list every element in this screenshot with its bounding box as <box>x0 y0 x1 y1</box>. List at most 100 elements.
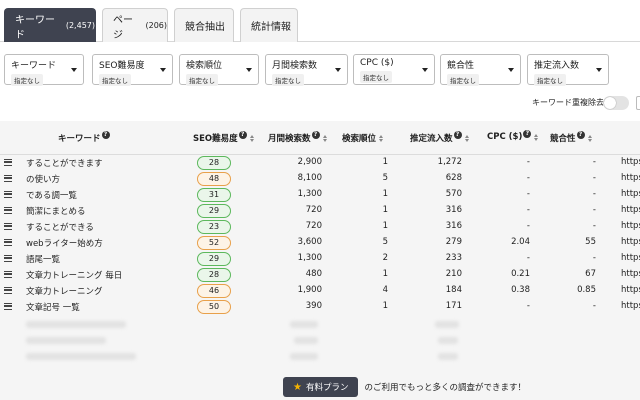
dedupe-label: キーワード重複除去 <box>532 98 604 107</box>
chevron-down-icon <box>71 68 77 72</box>
filter-search-rank[interactable]: 検索順位 指定なし <box>179 54 259 86</box>
traffic-cell: 316 <box>445 221 462 231</box>
traffic-cell: 210 <box>445 269 462 279</box>
drag-handle-icon[interactable] <box>4 223 12 230</box>
drag-handle-icon[interactable] <box>4 271 12 278</box>
url-link[interactable]: https <box>621 189 640 199</box>
col-monthly-volume[interactable]: 月間検索数? <box>268 131 327 144</box>
rank-cell: 4 <box>382 285 388 295</box>
filter-monthly-volume[interactable]: 月間検索数 指定なし <box>265 54 348 86</box>
traffic-cell: 171 <box>445 301 462 311</box>
paid-plan-label: 有料プラン <box>305 383 349 393</box>
url-link[interactable]: https <box>621 237 640 247</box>
keyword-cell: 文章力トレーニング 毎日 <box>26 271 123 281</box>
url-link[interactable]: https <box>621 205 640 215</box>
filter-cpc[interactable]: CPC ($) 指定なし <box>353 54 435 85</box>
url-link[interactable]: https <box>621 301 640 311</box>
chevron-down-icon <box>246 68 252 72</box>
col-keyword[interactable]: キーワード? <box>58 131 110 144</box>
url-link[interactable]: https <box>621 253 640 263</box>
sort-icon[interactable] <box>587 134 592 142</box>
tab-competitor-extraction[interactable]: 競合抽出 <box>174 8 234 42</box>
cpc-cell: 0.38 <box>511 285 530 295</box>
help-icon[interactable]: ? <box>101 131 110 139</box>
rank-cell: 1 <box>382 221 388 231</box>
rank-cell: 5 <box>382 237 388 247</box>
keyword-table: キーワード? SEO難易度? 月間検索数? 検索順位 推定流入数? CPC ($… <box>0 121 640 400</box>
sort-icon[interactable] <box>249 134 254 142</box>
drag-handle-icon[interactable] <box>4 303 12 310</box>
competition-cell: - <box>592 173 596 183</box>
cpc-cell: - <box>526 173 530 183</box>
tab-pages[interactable]: ページ (206) <box>102 8 168 42</box>
chevron-down-icon <box>422 68 428 72</box>
sort-icon[interactable] <box>322 134 327 142</box>
blurred-cell <box>438 337 458 344</box>
url-link[interactable]: https <box>621 157 640 167</box>
volume-cell: 1,300 <box>297 253 322 263</box>
rank-cell: 5 <box>382 173 388 183</box>
drag-handle-icon[interactable] <box>4 191 12 198</box>
blurred-cell <box>26 321 126 328</box>
drag-handle-icon[interactable] <box>4 287 12 294</box>
url-link[interactable]: https <box>621 285 640 295</box>
blurred-cell <box>26 337 106 344</box>
volume-cell: 720 <box>305 221 322 231</box>
seo-badge: 28 <box>197 156 231 170</box>
rank-cell: 1 <box>382 205 388 215</box>
filter-seo-difficulty[interactable]: SEO難易度 指定なし <box>92 54 173 86</box>
dedupe-toggle[interactable] <box>603 96 629 110</box>
blurred-cell <box>294 337 318 344</box>
drag-handle-icon[interactable] <box>4 159 12 166</box>
drag-handle-icon[interactable] <box>4 239 12 246</box>
help-icon[interactable]: ? <box>523 130 532 138</box>
seo-badge: 29 <box>197 252 231 266</box>
col-cpc[interactable]: CPC ($)? <box>487 130 539 142</box>
col-search-rank[interactable]: 検索順位 <box>342 132 384 144</box>
drag-handle-icon[interactable] <box>4 207 12 214</box>
volume-cell: 1,300 <box>297 189 322 199</box>
tab-statistics[interactable]: 統計情報 <box>240 8 298 42</box>
help-icon[interactable]: ? <box>453 131 462 139</box>
filter-estimated-traffic[interactable]: 推定流入数 指定なし <box>527 54 609 86</box>
keyword-cell: 文章力トレーニング <box>26 287 103 297</box>
sort-icon[interactable] <box>534 133 539 141</box>
volume-cell: 720 <box>305 205 322 215</box>
tab-keywords[interactable]: キーワード (2,457) <box>4 8 96 42</box>
export-button[interactable] <box>636 96 640 110</box>
help-icon[interactable]: ? <box>238 131 247 139</box>
help-icon[interactable]: ? <box>311 131 320 139</box>
toggle-knob <box>604 97 616 109</box>
col-estimated-traffic[interactable]: 推定流入数? <box>410 131 469 144</box>
drag-handle-icon[interactable] <box>4 255 12 262</box>
drag-handle-icon[interactable] <box>4 175 12 182</box>
sort-icon[interactable] <box>379 134 384 142</box>
table-row: することができます 28 2,900 1 1,272 - - https <box>0 155 640 171</box>
help-icon[interactable]: ? <box>576 131 585 139</box>
table-row: 簡潔にまとめる 29 720 1 316 - - https <box>0 203 640 219</box>
filter-bar: キーワード 指定なし SEO難易度 指定なし 検索順位 指定なし 月間検索数 指… <box>0 54 640 86</box>
col-seo-difficulty[interactable]: SEO難易度? <box>193 131 254 144</box>
col-competition[interactable]: 競合性? <box>550 131 592 144</box>
tab-bar: キーワード (2,457) ページ (206) 競合抽出 統計情報 <box>0 0 640 42</box>
filter-value: 指定なし <box>447 74 479 86</box>
col-label: CPC ($) <box>487 132 523 142</box>
cpc-cell: - <box>526 205 530 215</box>
url-link[interactable]: https <box>621 221 640 231</box>
traffic-cell: 279 <box>445 237 462 247</box>
url-link[interactable]: https <box>621 173 640 183</box>
upgrade-banner: ★ 有料プラン のご利用でもっと多くの調査ができます！ <box>283 377 526 397</box>
paid-plan-button[interactable]: ★ 有料プラン <box>283 377 359 397</box>
rank-cell: 1 <box>382 157 388 167</box>
col-label: 競合性 <box>550 134 576 144</box>
table-row: 文章力トレーニング 毎日 28 480 1 210 0.21 67 https <box>0 267 640 283</box>
sort-icon[interactable] <box>464 134 469 142</box>
cpc-cell: - <box>526 221 530 231</box>
filter-keyword[interactable]: キーワード 指定なし <box>4 54 84 86</box>
filter-value: 指定なし <box>360 71 392 83</box>
filter-competition[interactable]: 競合性 指定なし <box>440 54 521 86</box>
keyword-cell: することができます <box>26 159 103 169</box>
rank-cell: 1 <box>382 189 388 199</box>
url-link[interactable]: https <box>621 269 640 279</box>
cpc-cell: 2.04 <box>511 237 530 247</box>
